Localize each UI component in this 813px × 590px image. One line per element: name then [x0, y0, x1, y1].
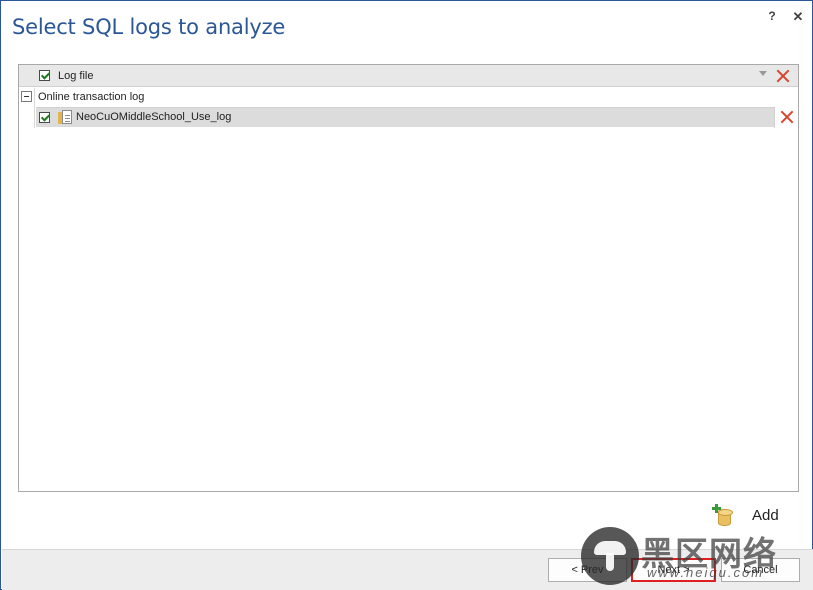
select-all-checkbox[interactable]: [39, 70, 50, 81]
close-button[interactable]: ✕: [791, 9, 805, 25]
group-indent-divider: [34, 88, 35, 128]
select-sql-logs-dialog: Select SQL logs to analyze ? ✕ Log file …: [0, 0, 813, 590]
grid-header: Log file: [19, 65, 798, 87]
help-button[interactable]: ?: [765, 9, 779, 25]
prev-button[interactable]: < Prev: [548, 558, 627, 582]
group-row-online-transaction-log: Online transaction log: [19, 88, 798, 128]
log-file-row[interactable]: NeoCuOMiddleSchool_Use_log: [36, 107, 798, 128]
remove-log-file-button[interactable]: [774, 107, 798, 128]
column-filter-dropdown-icon[interactable]: [759, 71, 767, 76]
dialog-footer: < Prev Next > Cancel: [2, 549, 813, 590]
dialog-title: Select SQL logs to analyze: [12, 15, 286, 39]
log-file-grid: Log file Online transaction log NeoCuOMi…: [18, 64, 799, 492]
group-label: Online transaction log: [38, 91, 145, 103]
remove-all-icon[interactable]: [776, 69, 790, 83]
cancel-button[interactable]: Cancel: [721, 558, 800, 582]
next-button[interactable]: Next >: [631, 558, 716, 582]
add-log-button[interactable]: Add: [706, 501, 786, 529]
remove-icon[interactable]: [780, 110, 794, 124]
log-file-name: NeoCuOMiddleSchool_Use_log: [76, 111, 232, 123]
add-database-icon: [712, 504, 733, 526]
collapse-group-button[interactable]: [21, 91, 32, 102]
log-file-column-header: Log file: [58, 70, 94, 82]
add-label: Add: [752, 507, 779, 524]
log-file-checkbox[interactable]: [39, 112, 50, 123]
log-file-icon: [58, 110, 74, 125]
